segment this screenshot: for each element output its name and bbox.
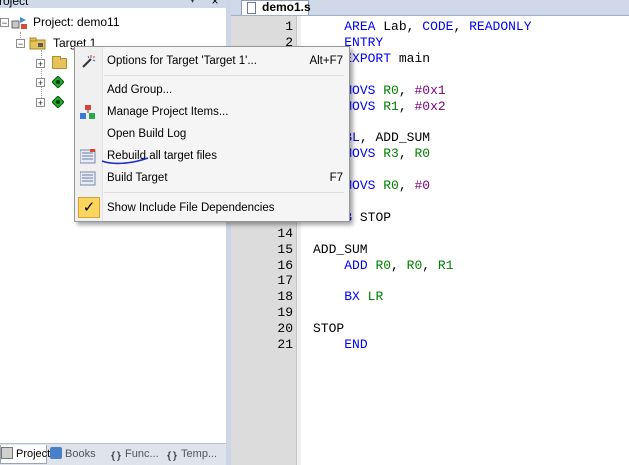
collapse-icon[interactable]: − (0, 18, 9, 28)
tab-books[interactable]: Books (50, 445, 104, 464)
checkmark-icon: ✓ (78, 197, 100, 218)
component-diamond-icon (52, 76, 64, 88)
menu-item-options-for-target[interactable]: Options for Target 'Target 1'... Alt+F7 (77, 50, 347, 72)
menu-item-build-target[interactable]: Build Target F7 (77, 167, 347, 189)
tab-label: Func... (125, 448, 159, 460)
menu-item-label: Show Include File Dependencies (107, 202, 275, 214)
menu-item-label: Open Build Log (107, 128, 187, 140)
code-line[interactable]: 17 (231, 273, 629, 289)
component-diamond-icon (52, 96, 64, 108)
line-number: 17 (277, 273, 293, 289)
menu-item-show-include-dependencies[interactable]: ✓ Show Include File Dependencies (77, 197, 347, 219)
code-line[interactable]: 16 ADD R0, R0, R1 (231, 258, 629, 274)
line-number: 15 (277, 241, 293, 257)
context-menu: Options for Target 'Target 1'... Alt+F7 … (74, 46, 350, 222)
code-text: BX LR (344, 289, 384, 305)
line-number: 1 (285, 19, 293, 34)
tab-file-demo1[interactable]: demo1.s (241, 0, 311, 15)
templates-icon: {} (166, 451, 179, 462)
file-icon (247, 2, 256, 14)
expand-icon[interactable]: + (36, 98, 45, 108)
code-line[interactable]: 14 (231, 226, 629, 242)
line-number: 14 (277, 225, 293, 241)
tab-templates[interactable]: {} Temp... (166, 445, 226, 464)
code-text: ADD_SUM (313, 241, 368, 257)
line-number: 20 (277, 321, 293, 337)
project-pane-header: roject ▾ × (0, 0, 226, 8)
menu-separator (104, 192, 344, 193)
code-line[interactable]: 21 END (231, 337, 629, 353)
expand-icon[interactable]: + (36, 78, 45, 88)
pin-icon[interactable]: ▾ (190, 0, 198, 6)
tree-item-component[interactable]: + (0, 73, 80, 91)
menu-item-open-build-log[interactable]: Open Build Log (77, 123, 347, 145)
tab-label: Temp... (181, 448, 218, 460)
build-icon (80, 171, 96, 186)
tab-functions[interactable]: {} Func... (110, 445, 166, 464)
tree-item-project[interactable]: − Project: demo11 (0, 13, 226, 31)
line-number: 18 (277, 289, 293, 305)
close-icon[interactable]: × (208, 0, 222, 8)
underline-annotation (101, 157, 149, 165)
project-icon (1, 447, 13, 459)
tab-project[interactable]: Project (0, 445, 51, 464)
tree-item-component[interactable]: + (0, 93, 80, 111)
menu-item-shortcut: F7 (329, 172, 343, 184)
project-pane-tabs: Project Books {} Func... {} Temp... (0, 443, 226, 465)
menu-separator (104, 75, 344, 76)
functions-icon: {} (110, 451, 123, 462)
menu-item-label: Options for Target 'Target 1'... (107, 55, 257, 67)
tab-label: Project (16, 448, 51, 460)
code-line[interactable]: 1 AREA Lab, CODE, READONLY (231, 19, 629, 35)
menu-item-manage-project-items[interactable]: Manage Project Items... (77, 101, 347, 123)
code-text: ADD R0, R0, R1 (344, 257, 454, 273)
menu-item-label: Build Target (107, 172, 168, 184)
manage-items-icon (80, 105, 95, 119)
rebuild-icon (80, 149, 96, 164)
tree-item-group[interactable]: + (0, 54, 80, 72)
code-text: STOP (313, 321, 345, 337)
target-folder-icon (29, 37, 46, 50)
project-label: Project: demo11 (33, 15, 120, 29)
project-icon (11, 17, 27, 29)
menu-item-label: Add Group... (107, 84, 173, 96)
menu-item-label: Manage Project Items... (107, 106, 229, 118)
books-icon (50, 447, 62, 459)
project-pane-title: roject (0, 0, 29, 8)
code-line[interactable]: 20 STOP (231, 321, 629, 337)
line-number: 19 (277, 305, 293, 321)
editor-tab-bar: demo1.s (231, 0, 629, 16)
folder-icon (52, 56, 67, 69)
options-wand-icon (82, 55, 96, 68)
file-tab-label: demo1.s (262, 0, 311, 14)
collapse-icon[interactable]: − (16, 39, 25, 49)
expand-icon[interactable]: + (36, 59, 45, 69)
code-text: AREA Lab, CODE, READONLY (344, 19, 532, 34)
line-number: 16 (277, 257, 293, 273)
menu-item-shortcut: Alt+F7 (309, 55, 343, 67)
code-line[interactable]: 18 BX LR (231, 289, 629, 305)
code-line[interactable]: 15 ADD_SUM (231, 242, 629, 258)
line-number: 21 (277, 337, 293, 352)
code-text: END (344, 337, 368, 352)
code-line[interactable]: 19 (231, 305, 629, 321)
tab-label: Books (65, 448, 96, 460)
menu-item-add-group[interactable]: Add Group... (77, 79, 347, 101)
